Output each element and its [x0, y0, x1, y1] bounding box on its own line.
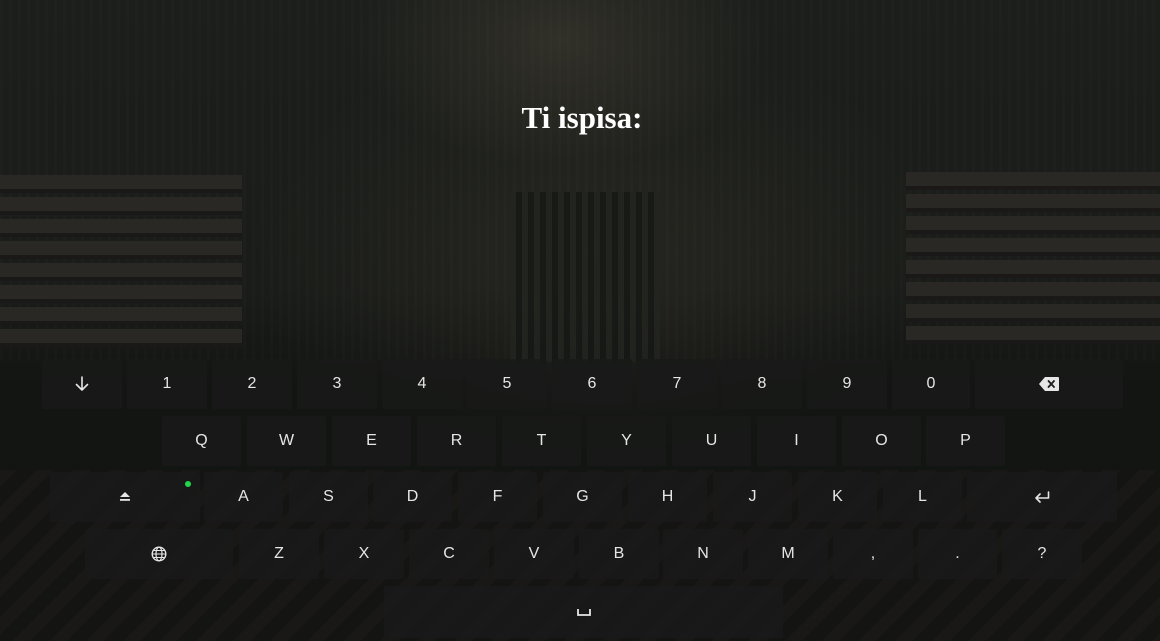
key-v[interactable]: V — [494, 529, 574, 579]
backspace-icon — [1039, 377, 1059, 391]
backspace-key[interactable] — [975, 359, 1123, 409]
key-m[interactable]: M — [748, 529, 828, 579]
shift-active-indicator — [185, 481, 191, 487]
key-o[interactable]: O — [842, 416, 921, 466]
key-a[interactable]: A — [204, 472, 283, 522]
key-7[interactable]: 7 — [637, 359, 717, 409]
key-question-mark[interactable]: ? — [1002, 529, 1082, 579]
key-0[interactable]: 0 — [892, 359, 970, 409]
key-c[interactable]: C — [409, 529, 489, 579]
hide-keyboard-key[interactable] — [42, 359, 122, 409]
key-e[interactable]: E — [332, 416, 411, 466]
enter-icon — [1034, 491, 1050, 503]
key-n[interactable]: N — [663, 529, 743, 579]
space-key[interactable] — [384, 586, 783, 638]
key-l[interactable]: L — [883, 472, 962, 522]
key-u[interactable]: U — [672, 416, 751, 466]
space-icon — [576, 608, 591, 616]
globe-icon — [151, 546, 167, 562]
key-6[interactable]: 6 — [552, 359, 632, 409]
key-x[interactable]: X — [324, 529, 404, 579]
key-g[interactable]: G — [543, 472, 622, 522]
prompt-title: Ti ispisa: — [521, 100, 643, 135]
key-period[interactable]: . — [918, 529, 997, 579]
trash-bin — [510, 192, 660, 362]
key-z[interactable]: Z — [239, 529, 319, 579]
key-w[interactable]: W — [247, 416, 326, 466]
key-4[interactable]: 4 — [382, 359, 462, 409]
key-y[interactable]: Y — [587, 416, 666, 466]
key-s[interactable]: S — [289, 472, 368, 522]
key-9[interactable]: 9 — [807, 359, 887, 409]
shift-key[interactable] — [50, 472, 200, 522]
key-q[interactable]: Q — [162, 416, 241, 466]
key-5[interactable]: 5 — [467, 359, 547, 409]
key-j[interactable]: J — [713, 472, 792, 522]
key-i[interactable]: I — [757, 416, 836, 466]
arrow-down-icon — [75, 376, 89, 392]
key-comma[interactable]: , — [833, 529, 913, 579]
enter-key[interactable] — [967, 472, 1117, 522]
key-h[interactable]: H — [628, 472, 707, 522]
language-key[interactable] — [85, 529, 233, 579]
key-8[interactable]: 8 — [722, 359, 802, 409]
key-3[interactable]: 3 — [297, 359, 377, 409]
key-t[interactable]: T — [502, 416, 581, 466]
key-1[interactable]: 1 — [127, 359, 207, 409]
shift-icon — [119, 491, 131, 503]
key-k[interactable]: K — [798, 472, 877, 522]
bench-right — [906, 172, 1160, 357]
key-b[interactable]: B — [579, 529, 659, 579]
key-p[interactable]: P — [926, 416, 1005, 466]
key-d[interactable]: D — [373, 472, 452, 522]
bench-left — [0, 175, 242, 355]
key-2[interactable]: 2 — [212, 359, 292, 409]
key-f[interactable]: F — [458, 472, 537, 522]
key-r[interactable]: R — [417, 416, 496, 466]
